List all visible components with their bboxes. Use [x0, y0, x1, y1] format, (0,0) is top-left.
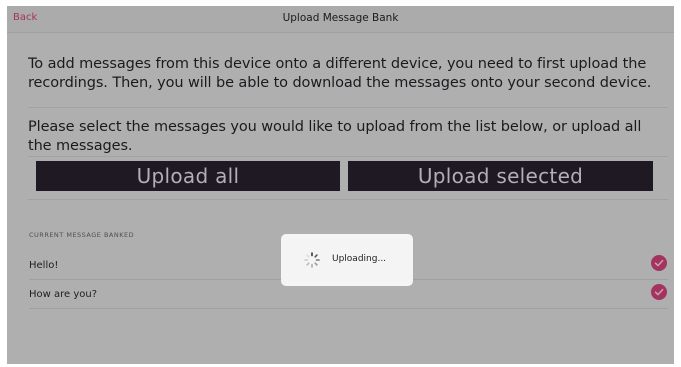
loading-spinner-icon — [304, 252, 320, 268]
navigation-bar: Back Upload Message Bank — [7, 6, 674, 33]
upload-selected-button[interactable]: Upload selected — [348, 161, 653, 191]
row-divider — [29, 308, 668, 309]
checkmark-icon[interactable] — [651, 284, 667, 300]
message-label: How are you? — [29, 289, 98, 300]
section-header: CURRENT MESSAGE BANKED — [29, 231, 135, 239]
divider — [28, 107, 668, 108]
divider — [28, 199, 668, 200]
upload-all-button[interactable]: Upload all — [36, 161, 340, 191]
checkmark-icon[interactable] — [651, 255, 667, 271]
upload-message-bank-screen: Back Upload Message Bank To add messages… — [7, 6, 674, 364]
page-title: Upload Message Bank — [282, 12, 399, 24]
uploading-toast: Uploading... — [281, 234, 413, 286]
instructions-paragraph: To add messages from this device onto a … — [28, 56, 652, 91]
selection-instructions: Please select the messages you would lik… — [28, 119, 642, 154]
divider — [28, 156, 668, 157]
uploading-label: Uploading... — [332, 254, 387, 264]
message-label: Hello! — [29, 260, 59, 271]
